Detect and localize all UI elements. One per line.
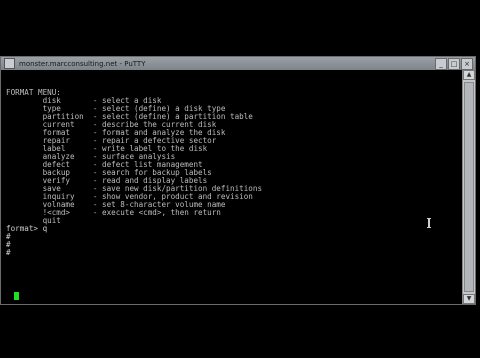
- window-title: monster.marcconsulting.net - PuTTY: [19, 59, 146, 68]
- terminal-line: format> q: [6, 224, 48, 233]
- terminal-line: #: [6, 248, 11, 257]
- close-button[interactable]: ×: [461, 58, 473, 70]
- scroll-up-button[interactable]: ▲: [463, 70, 475, 80]
- terminal-line: #: [6, 232, 11, 241]
- maximize-button[interactable]: □: [448, 58, 460, 70]
- screen: monster.marcconsulting.net - PuTTY _ □ ×…: [0, 0, 480, 358]
- vertical-scrollbar[interactable]: ▲ ▼: [462, 70, 475, 304]
- terminal-line: #: [6, 240, 11, 249]
- minimize-button[interactable]: _: [435, 58, 447, 70]
- scroll-down-button[interactable]: ▼: [463, 294, 475, 304]
- i-beam-cursor-icon: [427, 218, 431, 228]
- putty-window: monster.marcconsulting.net - PuTTY _ □ ×…: [0, 56, 476, 305]
- putty-icon: [4, 58, 15, 69]
- window-controls: _ □ ×: [435, 58, 473, 70]
- terminal-output: FORMAT MENU: disk - select a disk type -…: [6, 89, 262, 257]
- terminal-area[interactable]: FORMAT MENU: disk - select a disk type -…: [1, 70, 463, 304]
- scroll-thumb[interactable]: [464, 82, 474, 292]
- text-cursor: [14, 292, 19, 300]
- title-bar[interactable]: monster.marcconsulting.net - PuTTY _ □ ×: [1, 57, 475, 70]
